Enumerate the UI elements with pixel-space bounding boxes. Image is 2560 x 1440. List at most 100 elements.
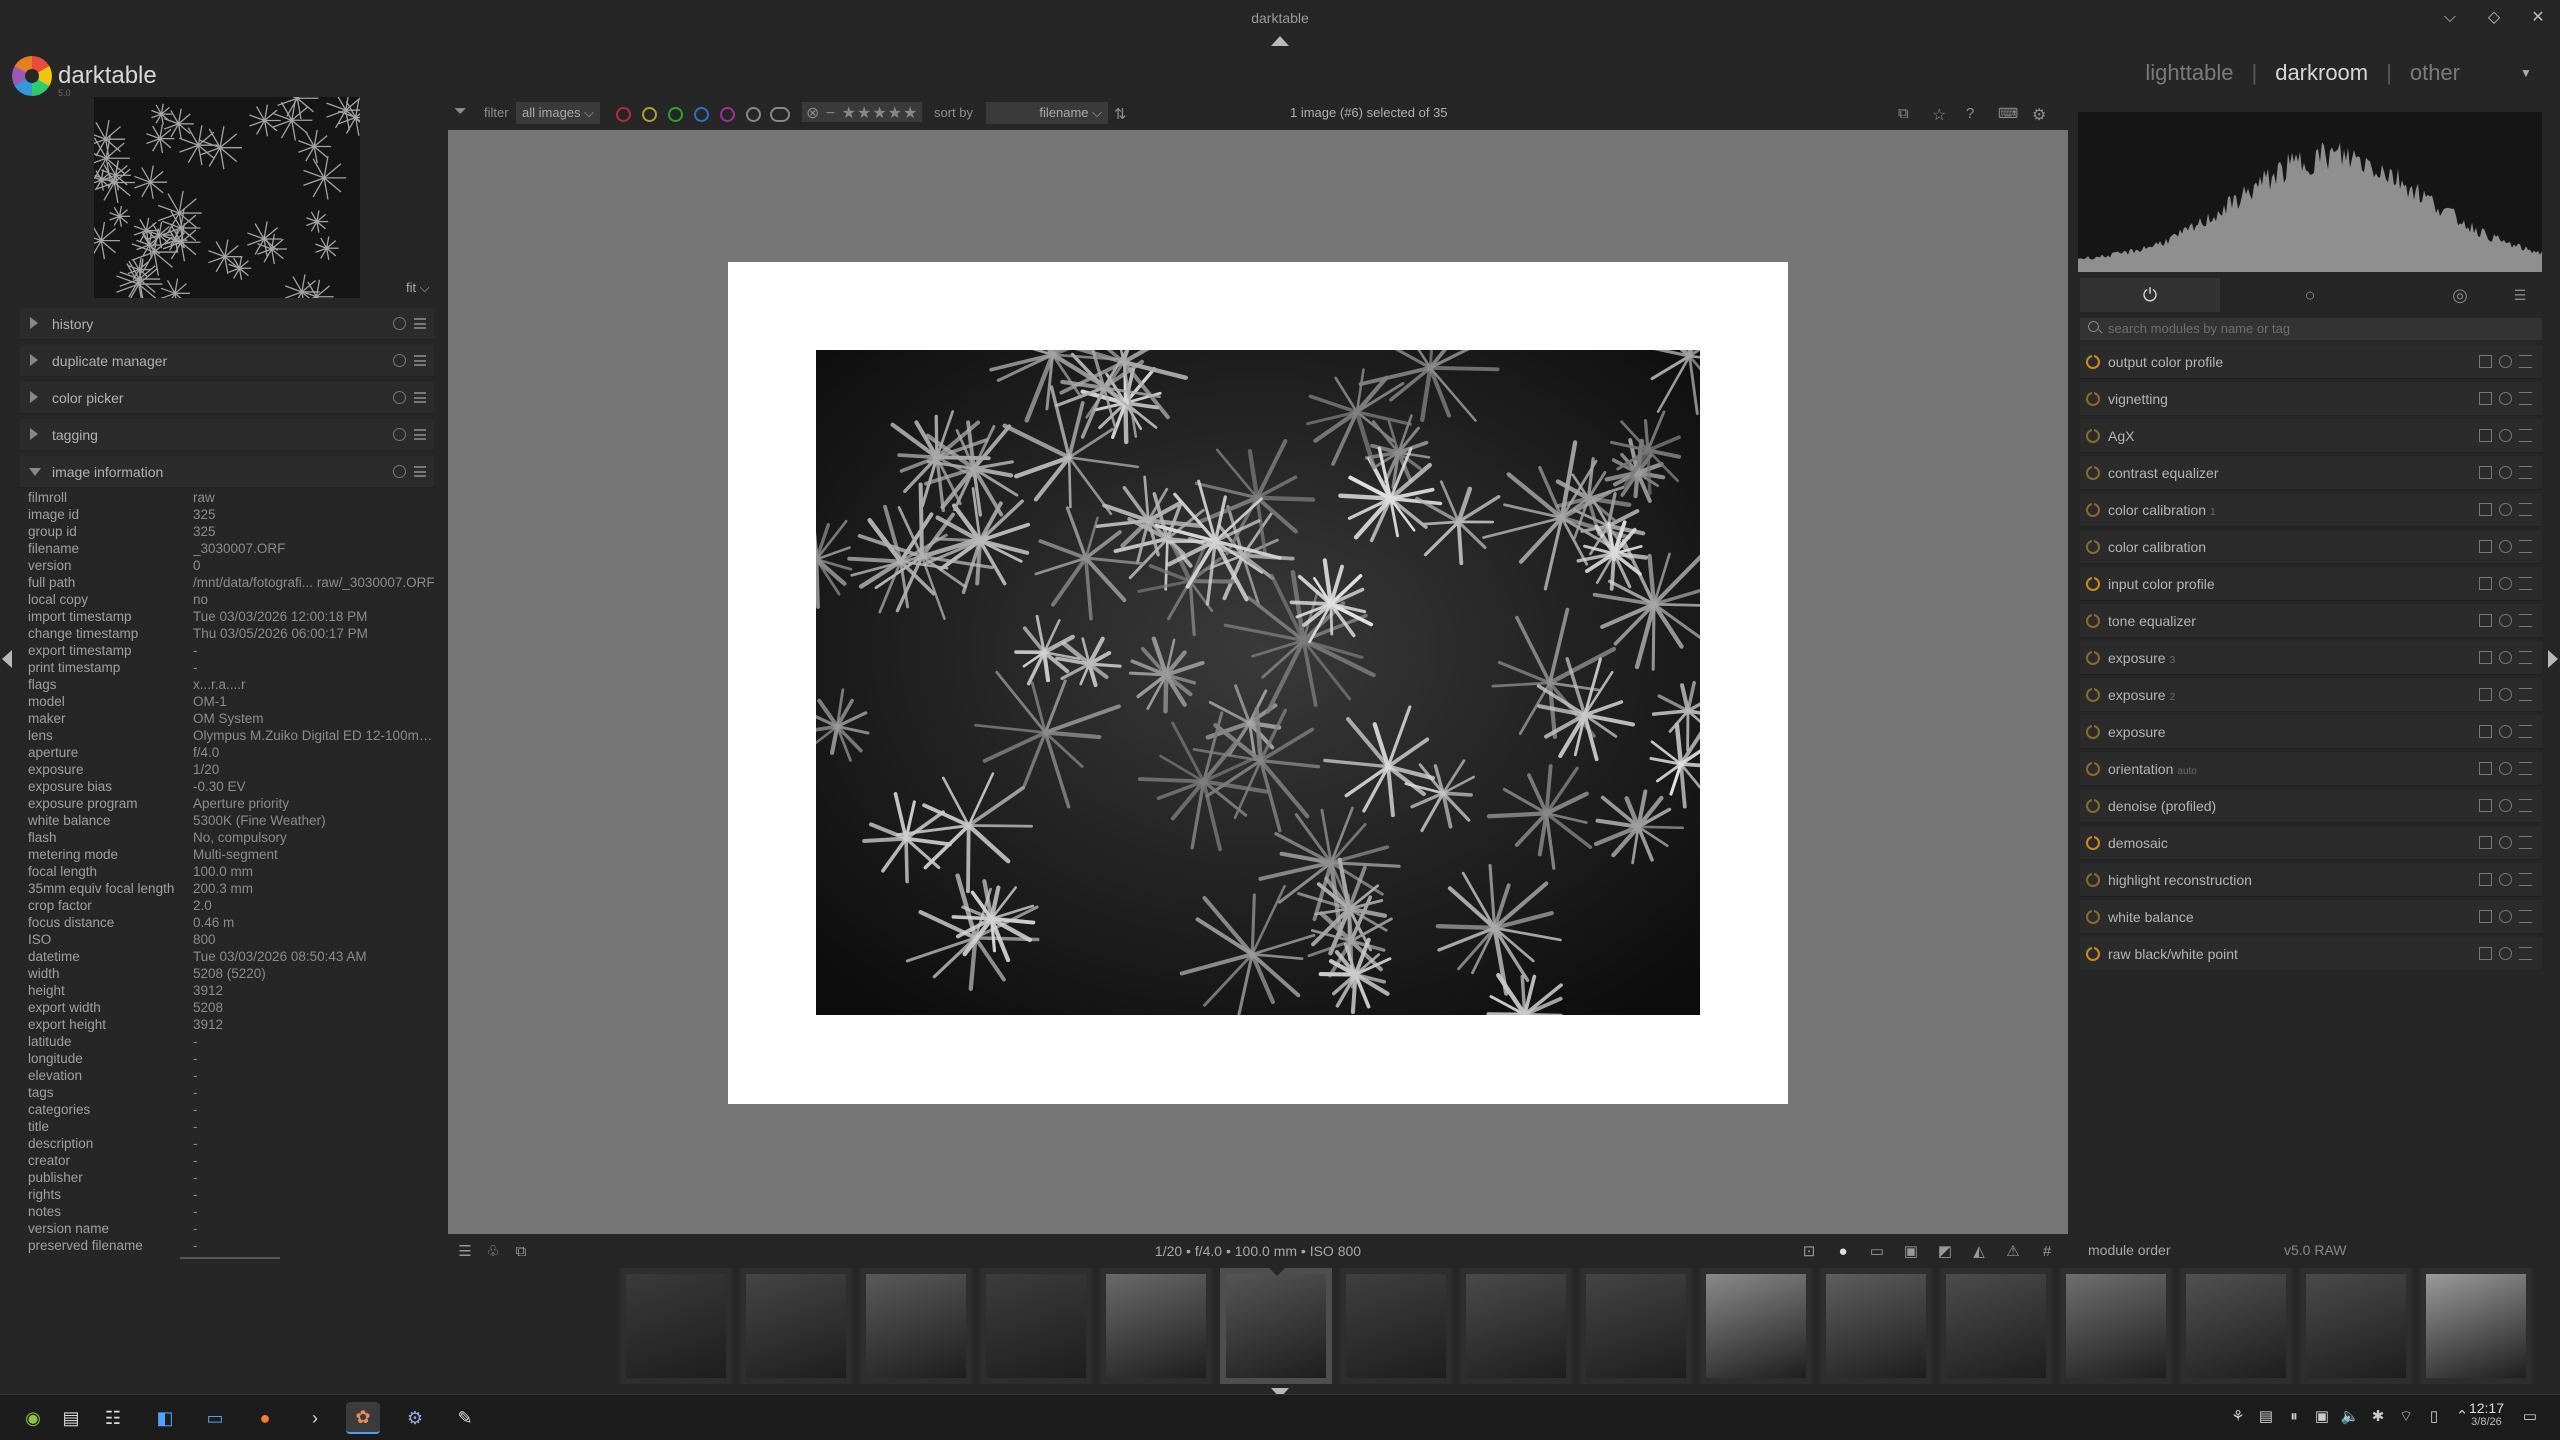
reset-icon[interactable] <box>393 465 406 478</box>
presets-icon[interactable] <box>2519 577 2532 590</box>
multi-instance-icon[interactable] <box>2479 725 2492 738</box>
reset-icon[interactable] <box>393 391 406 404</box>
filmstrip-thumbnail[interactable] <box>1820 1268 1932 1384</box>
multi-instance-icon[interactable] <box>2479 392 2492 405</box>
module-denoise-profiled-[interactable]: denoise (profiled) <box>2080 789 2542 823</box>
filmstrip-thumbnail[interactable] <box>1100 1268 1212 1384</box>
view-lighttable[interactable]: lighttable <box>2145 60 2233 86</box>
tray-bluetooth-icon[interactable]: ✱ <box>2368 1407 2388 1427</box>
presets-icon[interactable] <box>2519 466 2532 479</box>
reset-icon[interactable] <box>393 354 406 367</box>
clipping-warning-icon[interactable]: ⚠ <box>2004 1243 2022 1261</box>
module-search-input[interactable]: search modules by name or tag <box>2080 318 2542 340</box>
multi-instance-icon[interactable] <box>2479 355 2492 368</box>
filmstrip-thumbnail[interactable] <box>860 1268 972 1384</box>
task-manager-icon[interactable]: ☷ <box>96 1402 130 1434</box>
views-dropdown-icon[interactable]: ▼ <box>2520 66 2532 80</box>
reset-icon[interactable] <box>393 317 406 330</box>
filter-select[interactable]: all images ⌵ <box>516 102 600 124</box>
navigator-preview[interactable] <box>94 97 360 298</box>
filmstrip-thumbnail[interactable] <box>1580 1268 1692 1384</box>
power-icon[interactable] <box>2086 834 2100 850</box>
tray-media-icon[interactable]: ⏸ <box>2284 1407 2304 1427</box>
module-color-calibration[interactable]: color calibration <box>2080 530 2542 564</box>
power-icon[interactable] <box>2086 464 2100 480</box>
multi-instance-icon[interactable] <box>2479 873 2492 886</box>
tab-active-modules[interactable]: ⏻ <box>2080 278 2220 312</box>
multi-instance-icon[interactable] <box>2479 577 2492 590</box>
module-white-balance[interactable]: white balance <box>2080 900 2542 934</box>
module-color-picker[interactable]: color picker <box>20 382 434 414</box>
reset-icon[interactable] <box>2499 466 2512 479</box>
multi-instance-icon[interactable] <box>2479 614 2492 627</box>
power-icon[interactable] <box>2086 501 2100 517</box>
tray-screenshot-icon[interactable]: ▣ <box>2312 1407 2332 1427</box>
multi-instance-icon[interactable] <box>2479 429 2492 442</box>
module-history[interactable]: history <box>20 308 434 340</box>
power-icon[interactable] <box>2086 945 2100 961</box>
reset-icon[interactable] <box>2499 688 2512 701</box>
darktable-taskbar-icon[interactable]: ✿ <box>346 1402 380 1434</box>
reset-icon[interactable] <box>2499 503 2512 516</box>
power-icon[interactable] <box>2086 871 2100 887</box>
reset-icon[interactable] <box>2499 947 2512 960</box>
filmstrip-thumbnail[interactable] <box>1700 1268 1812 1384</box>
tray-settings-icon[interactable]: ⚘ <box>2228 1407 2248 1427</box>
color-label-gray[interactable] <box>746 107 761 122</box>
presets-icon[interactable] <box>2519 873 2532 886</box>
presets-icon[interactable] <box>2519 688 2532 701</box>
minimize-icon[interactable]: ⌵ <box>2440 8 2460 28</box>
power-icon[interactable] <box>2086 908 2100 924</box>
multi-instance-icon[interactable] <box>2479 540 2492 553</box>
module-image-information[interactable]: image information <box>20 456 434 488</box>
filmstrip-thumbnail[interactable] <box>1940 1268 2052 1384</box>
help-icon[interactable]: ? <box>1966 105 1974 122</box>
collapse-top-panel-arrow[interactable] <box>1271 36 1289 46</box>
reset-icon[interactable] <box>2499 725 2512 738</box>
reset-icon[interactable] <box>2499 355 2512 368</box>
filmstrip-thumbnail[interactable] <box>1220 1267 1332 1384</box>
preferences-gear-icon[interactable]: ⚙ <box>2032 105 2046 125</box>
power-icon[interactable] <box>2086 612 2100 628</box>
view-darkroom[interactable]: darkroom <box>2275 60 2368 86</box>
tab-base-modules[interactable]: ○ <box>2240 278 2380 312</box>
filmstrip-thumbnail[interactable] <box>620 1268 732 1384</box>
tray-clipboard-icon[interactable]: ▤ <box>2256 1407 2276 1427</box>
power-icon[interactable] <box>2086 353 2100 369</box>
left-panel-scrollbar[interactable] <box>180 1257 280 1259</box>
guides-icon[interactable]: # <box>2038 1243 2056 1261</box>
multi-instance-icon[interactable] <box>2479 466 2492 479</box>
presets-icon[interactable] <box>414 355 426 366</box>
filmstrip-thumbnail[interactable] <box>1460 1268 1572 1384</box>
collapse-left-panel-arrow[interactable] <box>2 650 12 668</box>
multi-instance-icon[interactable] <box>2479 947 2492 960</box>
reset-icon[interactable] <box>2499 392 2512 405</box>
reset-icon[interactable] <box>2499 577 2512 590</box>
close-icon[interactable]: ✕ <box>2528 8 2548 28</box>
module-contrast-equalizer[interactable]: contrast equalizer <box>2080 456 2542 490</box>
reset-icon[interactable] <box>2499 651 2512 664</box>
reset-icon[interactable] <box>2499 799 2512 812</box>
multi-instance-icon[interactable] <box>2479 836 2492 849</box>
reset-icon[interactable] <box>2499 762 2512 775</box>
maximize-icon[interactable]: ◇ <box>2484 8 2504 28</box>
module-output-color-profile[interactable]: output color profile <box>2080 345 2542 379</box>
filmstrip-thumbnail[interactable] <box>740 1268 852 1384</box>
module-exposure[interactable]: exposure 2 <box>2080 678 2542 712</box>
module-agx[interactable]: AgX <box>2080 419 2542 453</box>
color-label-green[interactable] <box>668 107 683 122</box>
raw-overexposed-icon[interactable]: ◭ <box>1970 1243 1988 1261</box>
filmstrip-thumbnail[interactable] <box>2420 1268 2532 1384</box>
module-exposure[interactable]: exposure <box>2080 715 2542 749</box>
multi-instance-icon[interactable] <box>2479 762 2492 775</box>
power-icon[interactable] <box>2086 538 2100 554</box>
power-icon[interactable] <box>2086 686 2100 702</box>
presets-icon[interactable] <box>414 429 426 440</box>
presets-icon[interactable] <box>2519 355 2532 368</box>
module-tone-equalizer[interactable]: tone equalizer <box>2080 604 2542 638</box>
power-icon[interactable] <box>2086 575 2100 591</box>
filmstrip-thumbnail[interactable] <box>2300 1268 2412 1384</box>
power-icon[interactable] <box>2086 797 2100 813</box>
overlays-star-icon[interactable]: ☆ <box>1932 105 1946 125</box>
presets-icon[interactable] <box>2519 836 2532 849</box>
